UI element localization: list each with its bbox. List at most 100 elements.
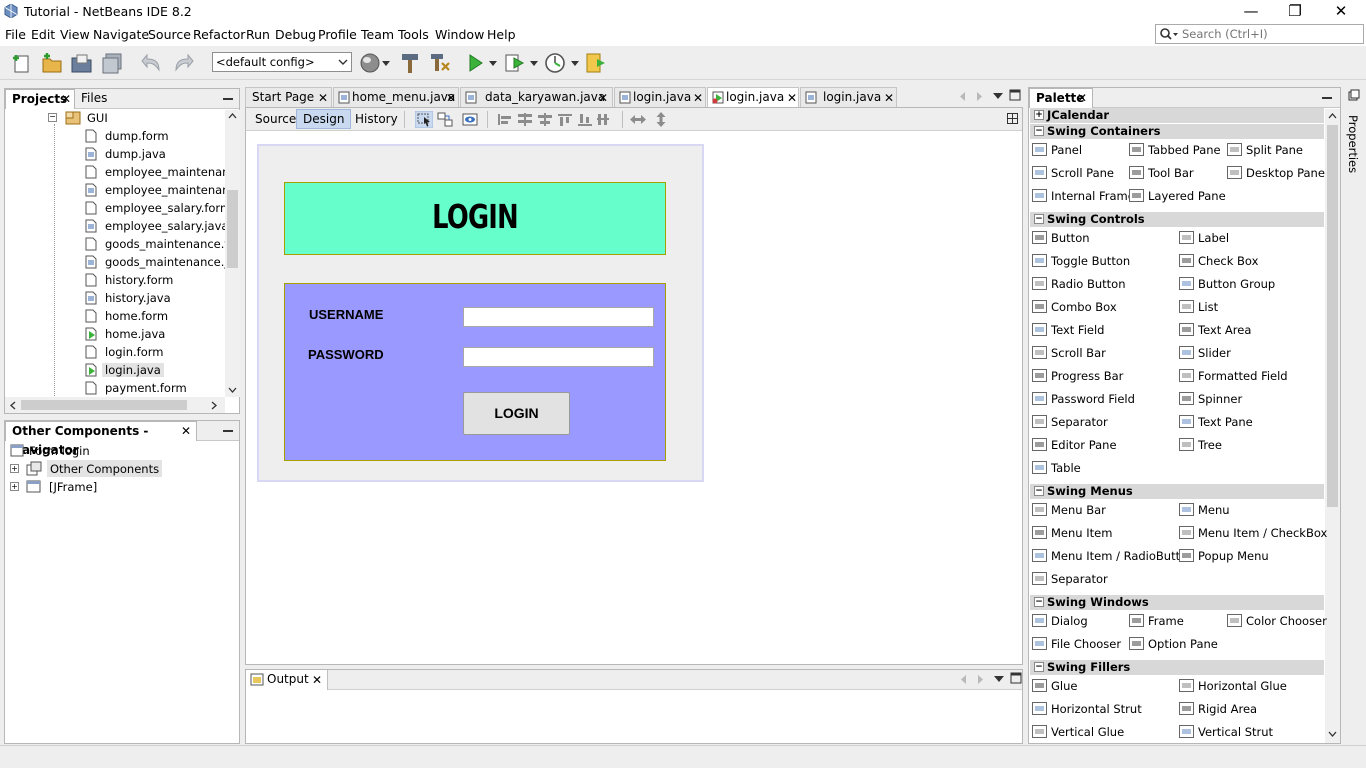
collapse-toggle-icon[interactable]: − (1034, 126, 1044, 136)
new-file-icon[interactable] (10, 51, 34, 75)
tree-item[interactable]: login.java (5, 361, 225, 379)
close-icon[interactable]: ✕ (318, 92, 328, 104)
menu-navigate[interactable]: Navigate (93, 27, 149, 42)
expand-toggle-icon[interactable]: + (1034, 110, 1044, 120)
tab-list-dropdown-icon[interactable] (992, 91, 1004, 101)
menu-file[interactable]: File (5, 27, 26, 42)
tree-folder-gui[interactable]: − GUI (5, 110, 225, 127)
menu-view[interactable]: View (60, 27, 90, 42)
palette-category[interactable]: − Swing Containers (1030, 124, 1324, 139)
properties-side-tab[interactable]: Properties (1344, 87, 1364, 187)
login-header-panel[interactable]: LOGIN (284, 182, 666, 255)
editor-tab-start-page[interactable]: Start Page ✕ (245, 87, 332, 107)
run-icon[interactable] (463, 51, 487, 75)
minimize-panel-icon[interactable] (1322, 97, 1332, 99)
editor-tab-login-active[interactable]: login.java ✕ (707, 87, 799, 107)
chevron-down-icon[interactable] (528, 51, 540, 75)
close-icon[interactable]: ✕ (446, 92, 456, 104)
expand-toggle-icon[interactable]: + (10, 464, 19, 473)
tree-item[interactable]: goods_maintenance.java (5, 253, 225, 271)
menu-debug[interactable]: Debug (275, 27, 316, 42)
scroll-left-icon[interactable] (9, 401, 16, 410)
scroll-down-icon[interactable] (1328, 731, 1337, 738)
open-project-icon[interactable] (70, 51, 94, 75)
tree-item[interactable]: history.java (5, 289, 225, 307)
clean-build-icon[interactable] (428, 51, 452, 75)
menu-edit[interactable]: Edit (31, 27, 55, 42)
globe-config-icon[interactable] (358, 51, 382, 75)
debug-icon[interactable] (503, 51, 527, 75)
tree-item[interactable]: login.form (5, 343, 225, 361)
menu-run[interactable]: Run (246, 27, 270, 42)
selection-mode-icon[interactable] (415, 111, 433, 128)
expand-designer-icon[interactable] (1007, 113, 1018, 124)
login-button[interactable]: LOGIN (463, 392, 570, 435)
search-box[interactable] (1155, 24, 1364, 44)
close-icon[interactable]: ✕ (61, 93, 71, 105)
tree-item[interactable]: dump.java (5, 145, 225, 163)
palette-category-jcalendar[interactable]: + JCalendar (1030, 108, 1324, 123)
palette-category[interactable]: − Swing Windows (1030, 595, 1324, 610)
navigator-item-other-components[interactable]: + Other Components (10, 460, 163, 478)
tab-output[interactable]: Output ✕ (246, 670, 328, 690)
password-field[interactable] (463, 347, 654, 367)
tree-item[interactable]: goods_maintenance.forr (5, 235, 225, 253)
tree-item[interactable]: home.form (5, 307, 225, 325)
tab-list-dropdown-icon[interactable] (993, 674, 1005, 684)
collapse-toggle-icon[interactable]: − (1034, 486, 1044, 496)
username-field[interactable] (463, 307, 654, 327)
close-icon[interactable]: ✕ (181, 425, 191, 437)
editor-tab-data-karyawan[interactable]: data_karyawan.java ✕ (460, 87, 613, 107)
menu-profile[interactable]: Profile (318, 27, 357, 42)
tree-vscroll-thumb[interactable] (227, 190, 238, 268)
palette-category[interactable]: − Swing Controls (1030, 212, 1324, 227)
resize-tools-icon[interactable] (628, 111, 670, 128)
maximize-output-icon[interactable] (1010, 672, 1022, 684)
tree-hscroll-thumb[interactable] (21, 400, 187, 410)
view-history-button[interactable]: History (350, 110, 403, 128)
expand-toggle-icon[interactable]: + (10, 482, 19, 491)
menu-refactor[interactable]: Refactor (193, 27, 245, 42)
tree-item[interactable]: employee_salary.form (5, 199, 225, 217)
undo-icon[interactable] (140, 51, 164, 75)
close-icon[interactable]: ✕ (884, 92, 894, 104)
view-source-button[interactable]: Source (250, 110, 301, 128)
search-input[interactable] (1182, 26, 1360, 42)
preview-design-icon[interactable] (461, 111, 479, 128)
tree-item[interactable]: employee_salary.java (5, 217, 225, 235)
restore-panel-icon[interactable] (1348, 89, 1360, 101)
close-window-button[interactable]: ✕ (1318, 0, 1364, 24)
menu-help[interactable]: Help (487, 27, 516, 42)
palette-vscrollbar[interactable] (1325, 109, 1340, 743)
tree-item[interactable]: dump.form (5, 127, 225, 145)
chevron-down-icon[interactable] (380, 51, 392, 75)
close-icon[interactable]: ✕ (1077, 92, 1087, 104)
menu-team[interactable]: Team (361, 27, 394, 42)
redo-icon[interactable] (171, 51, 195, 75)
editor-tab-home-menu[interactable]: home_menu.java ✕ (333, 87, 459, 107)
menu-tools[interactable]: Tools (398, 27, 429, 42)
tree-item[interactable]: home.java (5, 325, 225, 343)
close-icon[interactable]: ✕ (598, 92, 608, 104)
tree-item[interactable]: employee_maintenance. (5, 163, 225, 181)
save-all-icon[interactable] (101, 51, 125, 75)
tab-scroll-arrows-icon[interactable] (957, 90, 987, 103)
new-project-icon[interactable] (40, 51, 64, 75)
config-select[interactable]: <default config> (212, 52, 352, 72)
scroll-down-icon[interactable] (228, 387, 237, 394)
menu-source[interactable]: Source (148, 27, 191, 42)
close-icon[interactable]: ✕ (312, 674, 322, 686)
minimize-panel-icon[interactable] (223, 430, 233, 432)
chevron-down-icon[interactable] (569, 51, 581, 75)
menu-window[interactable]: Window (435, 27, 484, 42)
alignment-tools-icon[interactable] (496, 111, 614, 128)
scroll-up-icon[interactable] (1328, 112, 1337, 119)
editor-tab-login-1[interactable]: login.java ✕ (614, 87, 706, 107)
tab-files[interactable]: Files (75, 89, 107, 109)
collapse-toggle-icon[interactable]: − (48, 113, 57, 122)
scroll-up-icon[interactable] (228, 112, 237, 119)
tree-item[interactable]: payment.form (5, 379, 225, 397)
search-icon[interactable] (1159, 27, 1179, 41)
collapse-toggle-icon[interactable]: − (1034, 597, 1044, 607)
collapse-toggle-icon[interactable]: − (1034, 214, 1044, 224)
